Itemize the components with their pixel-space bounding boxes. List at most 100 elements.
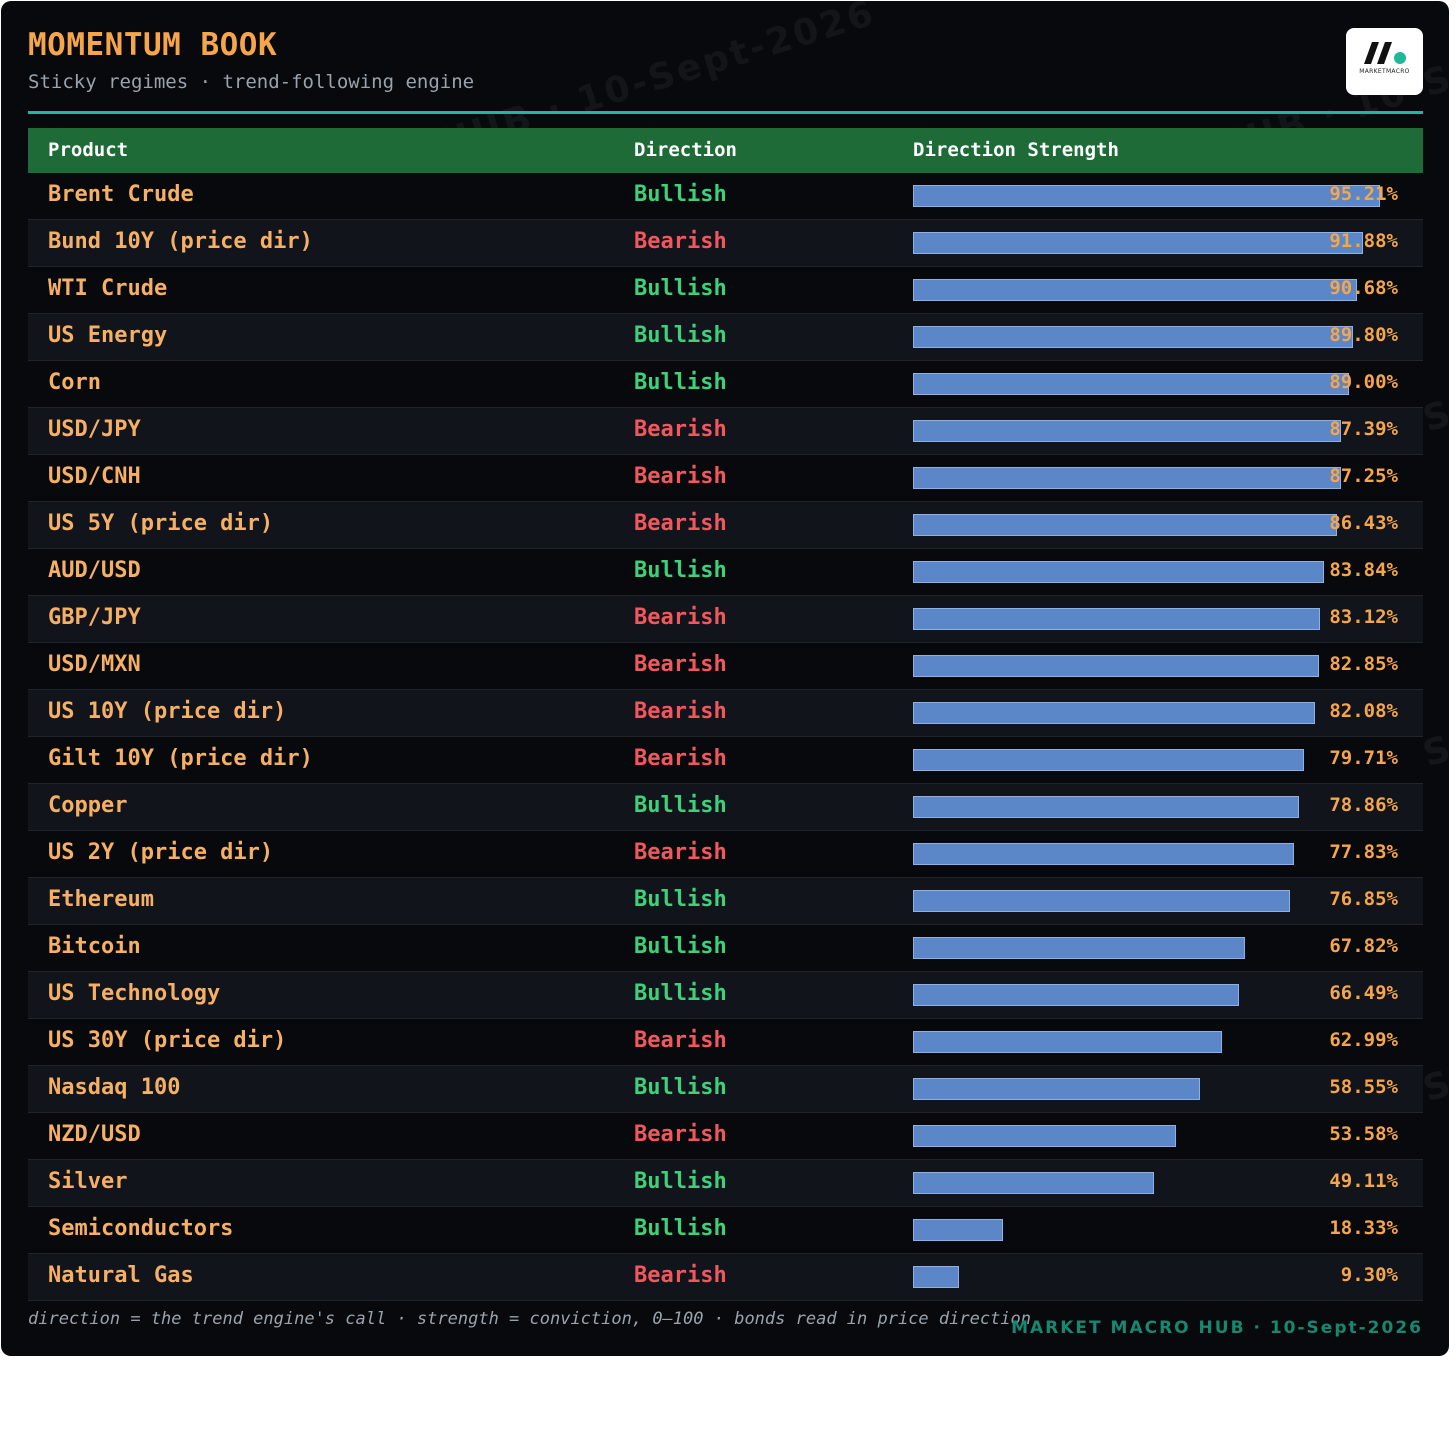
table-row: NZD/USD Bearish 53.58% [28, 1113, 1423, 1160]
strength-bar [913, 749, 1304, 771]
table-row: Brent Crude Bullish 95.21% [28, 173, 1423, 220]
direction-cell: Bullish [634, 1075, 727, 1100]
product-cell: Bitcoin [48, 934, 141, 959]
direction-cell: Bearish [634, 1263, 727, 1288]
strength-bar [913, 373, 1350, 395]
strength-bar [913, 326, 1354, 348]
strength-label: 91.88% [1329, 230, 1398, 252]
strength-bar [913, 561, 1324, 583]
strength-label: 18.33% [1329, 1217, 1398, 1239]
table-body: Brent Crude Bullish 95.21% Bund 10Y (price … [28, 173, 1423, 1301]
product-cell: NZD/USD [48, 1122, 141, 1147]
strength-bar-track [913, 1266, 1403, 1288]
product-cell: US 5Y (price dir) [48, 511, 274, 536]
strength-label: 82.08% [1329, 700, 1398, 722]
table-row: Ethereum Bullish 76.85% [28, 878, 1423, 925]
direction-cell: Bullish [634, 793, 727, 818]
footnote: direction = the trend engine's call · st… [28, 1309, 1032, 1329]
table-row: Silver Bullish 49.11% [28, 1160, 1423, 1207]
direction-cell: Bearish [634, 417, 727, 442]
strength-bar [913, 232, 1364, 254]
table-row: USD/JPY Bearish 87.39% [28, 408, 1423, 455]
direction-cell: Bearish [634, 1028, 727, 1053]
table-row: Corn Bullish 89.00% [28, 361, 1423, 408]
strength-label: 86.43% [1329, 512, 1398, 534]
table-row: US 2Y (price dir) Bearish 77.83% [28, 831, 1423, 878]
product-cell: USD/CNH [48, 464, 141, 489]
product-cell: Bund 10Y (price dir) [48, 229, 313, 254]
product-cell: USD/JPY [48, 417, 141, 442]
table-row: Gilt 10Y (price dir) Bearish 79.71% [28, 737, 1423, 784]
direction-cell: Bullish [634, 182, 727, 207]
strength-label: 89.00% [1329, 371, 1398, 393]
strength-bar [913, 1219, 1003, 1241]
strength-label: 82.85% [1329, 653, 1398, 675]
product-cell: WTI Crude [48, 276, 168, 301]
table-row: USD/CNH Bearish 87.25% [28, 455, 1423, 502]
strength-bar [913, 796, 1300, 818]
strength-label: 66.49% [1329, 982, 1398, 1004]
strength-bar [913, 655, 1319, 677]
strength-bar [913, 279, 1358, 301]
table-row: Bund 10Y (price dir) Bearish 91.88% [28, 220, 1423, 267]
table-row: US Energy Bullish 89.80% [28, 314, 1423, 361]
column-header-direction: Direction [634, 139, 737, 161]
product-cell: Gilt 10Y (price dir) [48, 746, 313, 771]
direction-cell: Bearish [634, 699, 727, 724]
table-row: US 30Y (price dir) Bearish 62.99% [28, 1019, 1423, 1066]
page-title: MOMENTUM BOOK [28, 27, 278, 63]
direction-cell: Bearish [634, 511, 727, 536]
strength-label: 87.39% [1329, 418, 1398, 440]
table-row: US Technology Bullish 66.49% [28, 972, 1423, 1019]
product-cell: Copper [48, 793, 128, 818]
direction-cell: Bullish [634, 558, 727, 583]
accent-divider [28, 111, 1423, 114]
direction-cell: Bearish [634, 464, 727, 489]
table-row: US 10Y (price dir) Bearish 82.08% [28, 690, 1423, 737]
table-row: Copper Bullish 78.86% [28, 784, 1423, 831]
strength-bar [913, 420, 1342, 442]
column-header-product: Product [48, 139, 129, 161]
product-cell: US Energy [48, 323, 168, 348]
table-row: Bitcoin Bullish 67.82% [28, 925, 1423, 972]
product-cell: Natural Gas [48, 1263, 194, 1288]
strength-bar [913, 1172, 1154, 1194]
direction-cell: Bearish [634, 840, 727, 865]
product-cell: US 30Y (price dir) [48, 1028, 287, 1053]
table-row: Semiconductors Bullish 18.33% [28, 1207, 1423, 1254]
table-header: Product Direction Direction Strength [28, 128, 1423, 173]
direction-cell: Bearish [634, 229, 727, 254]
direction-cell: Bullish [634, 887, 727, 912]
strength-bar [913, 937, 1246, 959]
strength-bar [913, 702, 1316, 724]
strength-bar [913, 843, 1295, 865]
strength-bar [913, 514, 1337, 536]
product-cell: Semiconductors [48, 1216, 234, 1241]
strength-bar [913, 890, 1290, 912]
strength-label: 58.55% [1329, 1076, 1398, 1098]
column-header-strength: Direction Strength [913, 139, 1119, 161]
product-cell: Nasdaq 100 [48, 1075, 181, 1100]
table-row: Natural Gas Bearish 9.30% [28, 1254, 1423, 1301]
direction-cell: Bullish [634, 370, 727, 395]
strength-bar [913, 608, 1321, 630]
strength-label: 95.21% [1329, 183, 1398, 205]
logo-wordmark: MARKETMACRO [1359, 68, 1410, 75]
momentum-table: Product Direction Direction Strength Bre… [28, 128, 1423, 1301]
strength-label: 9.30% [1340, 1264, 1398, 1286]
strength-label: 83.12% [1329, 606, 1398, 628]
momentum-card: MARKET MACRO HUB · 10-Sept-2026 MARKET M… [1, 1, 1449, 1356]
product-cell: Brent Crude [48, 182, 194, 207]
direction-cell: Bearish [634, 605, 727, 630]
product-cell: US 10Y (price dir) [48, 699, 287, 724]
product-cell: Silver [48, 1169, 128, 1194]
strength-bar [913, 1125, 1176, 1147]
strength-label: 49.11% [1329, 1170, 1398, 1192]
strength-label: 67.82% [1329, 935, 1398, 957]
strength-label: 77.83% [1329, 841, 1398, 863]
strength-label: 83.84% [1329, 559, 1398, 581]
direction-cell: Bearish [634, 746, 727, 771]
product-cell: US Technology [48, 981, 221, 1006]
product-cell: GBP/JPY [48, 605, 141, 630]
table-row: AUD/USD Bullish 83.84% [28, 549, 1423, 596]
